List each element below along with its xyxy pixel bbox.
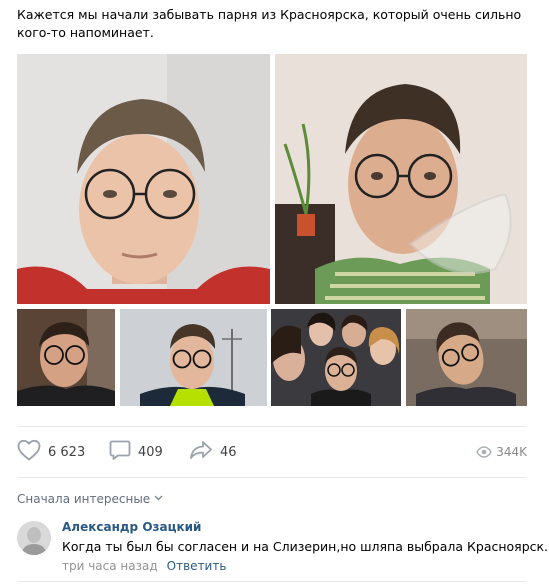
- heart-icon: [17, 439, 41, 465]
- like-count: 6 623: [48, 444, 86, 460]
- reply-button[interactable]: Ответить: [167, 559, 227, 573]
- divider: [17, 581, 527, 582]
- sort-label: Сначала интересные: [17, 492, 151, 506]
- divider: [17, 426, 527, 427]
- like-button[interactable]: 6 623: [17, 439, 86, 465]
- chevron-down-icon: [154, 494, 163, 504]
- comment-author[interactable]: Александр Озацкий: [62, 520, 201, 534]
- views-counter: 344K: [476, 440, 527, 464]
- share-arrow-icon: [189, 439, 213, 465]
- share-button[interactable]: 46: [189, 440, 237, 464]
- comment-time[interactable]: три часа назад: [62, 559, 158, 573]
- avatar[interactable]: [17, 521, 51, 555]
- comment-count: 409: [138, 444, 163, 460]
- post-photo-4[interactable]: [120, 309, 267, 406]
- views-count: 344K: [496, 445, 527, 459]
- comment-button[interactable]: 409: [109, 440, 163, 464]
- share-count: 46: [220, 444, 237, 460]
- divider: [17, 477, 527, 478]
- post-photo-3[interactable]: [17, 309, 115, 406]
- post-text: Кажется мы начали забывать парня из Крас…: [17, 7, 522, 40]
- comment-bubble-icon: [109, 439, 131, 465]
- post-photo-1[interactable]: [17, 54, 270, 304]
- post-photo-5[interactable]: [271, 309, 401, 406]
- eye-icon: [476, 443, 493, 462]
- post-actions: 6 623 409 46 344K: [17, 439, 527, 465]
- comments-sort-dropdown[interactable]: Сначала интересные: [17, 492, 163, 506]
- comment-meta: три часа назад Ответить: [62, 559, 226, 573]
- comment-text: Когда ты был бы согласен и на Слизерин,н…: [62, 539, 549, 554]
- post-photo-6[interactable]: [406, 309, 527, 406]
- post-photo-2[interactable]: [275, 54, 527, 304]
